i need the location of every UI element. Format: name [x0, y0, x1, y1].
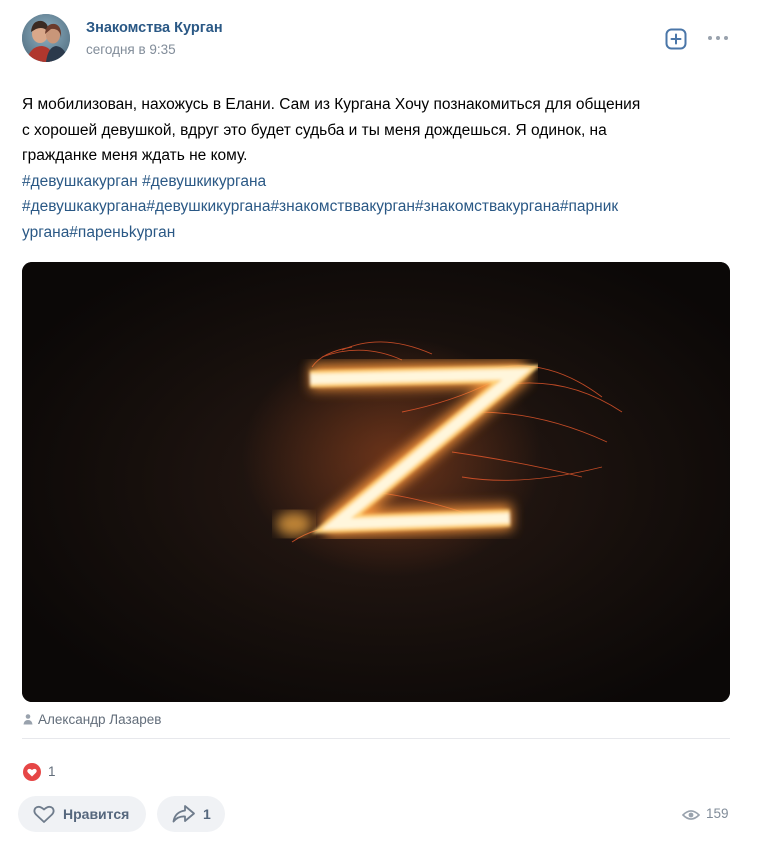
- post-photo[interactable]: [22, 262, 730, 702]
- post-text-line: Я мобилизован, нахожусь в Елани. Сам из …: [22, 96, 641, 113]
- plus-square-icon[interactable]: [664, 27, 688, 51]
- hashtag-line: ургана#пареньkурган: [22, 220, 738, 246]
- share-arrow-icon: [172, 805, 195, 823]
- post-text-line: гражданке меня ждать не кому.: [22, 147, 248, 164]
- group-avatar[interactable]: [22, 14, 70, 62]
- views-count: 159: [706, 806, 729, 821]
- heart-outline-icon: [33, 805, 55, 823]
- photo-author[interactable]: Александр Лазарев: [22, 712, 161, 730]
- person-icon: [23, 714, 33, 725]
- hashtag-link[interactable]: #девушкакургана#девушкикургана#знакомств…: [22, 198, 618, 215]
- eye-icon: [682, 810, 700, 820]
- like-label: Нравится: [63, 806, 130, 822]
- group-name-link[interactable]: Знакомства Курган: [86, 20, 223, 36]
- heart-reaction-icon: [23, 763, 41, 781]
- post-text: Я мобилизован, нахожусь в Елани. Сам из …: [22, 92, 738, 245]
- hashtag-line: #девушкакургана#девушкикургана#знакомств…: [22, 194, 738, 220]
- post-header: Знакомства Курган сегодня в 9:35: [22, 14, 740, 64]
- reaction-count: 1: [48, 764, 56, 779]
- post-card: Знакомства Курган сегодня в 9:35 Я мобил…: [0, 0, 760, 844]
- more-dots-icon[interactable]: [706, 28, 730, 48]
- divider: [22, 738, 730, 739]
- hashtag-line: #девушкакурган #девушкикургана: [22, 169, 738, 195]
- like-button[interactable]: Нравится: [18, 796, 146, 832]
- hashtag-link[interactable]: ургана#пареньkурган: [22, 224, 175, 241]
- hashtag-link[interactable]: #девушкакурган: [22, 173, 138, 190]
- share-button[interactable]: 1: [157, 796, 225, 832]
- share-count: 1: [203, 806, 211, 822]
- author-name: Александр Лазарев: [38, 712, 162, 727]
- post-time[interactable]: сегодня в 9:35: [86, 42, 176, 57]
- hashtag-link[interactable]: #девушкикургана: [142, 173, 266, 190]
- post-text-line: с хорошей девушкой, вдруг это будет судь…: [22, 121, 607, 139]
